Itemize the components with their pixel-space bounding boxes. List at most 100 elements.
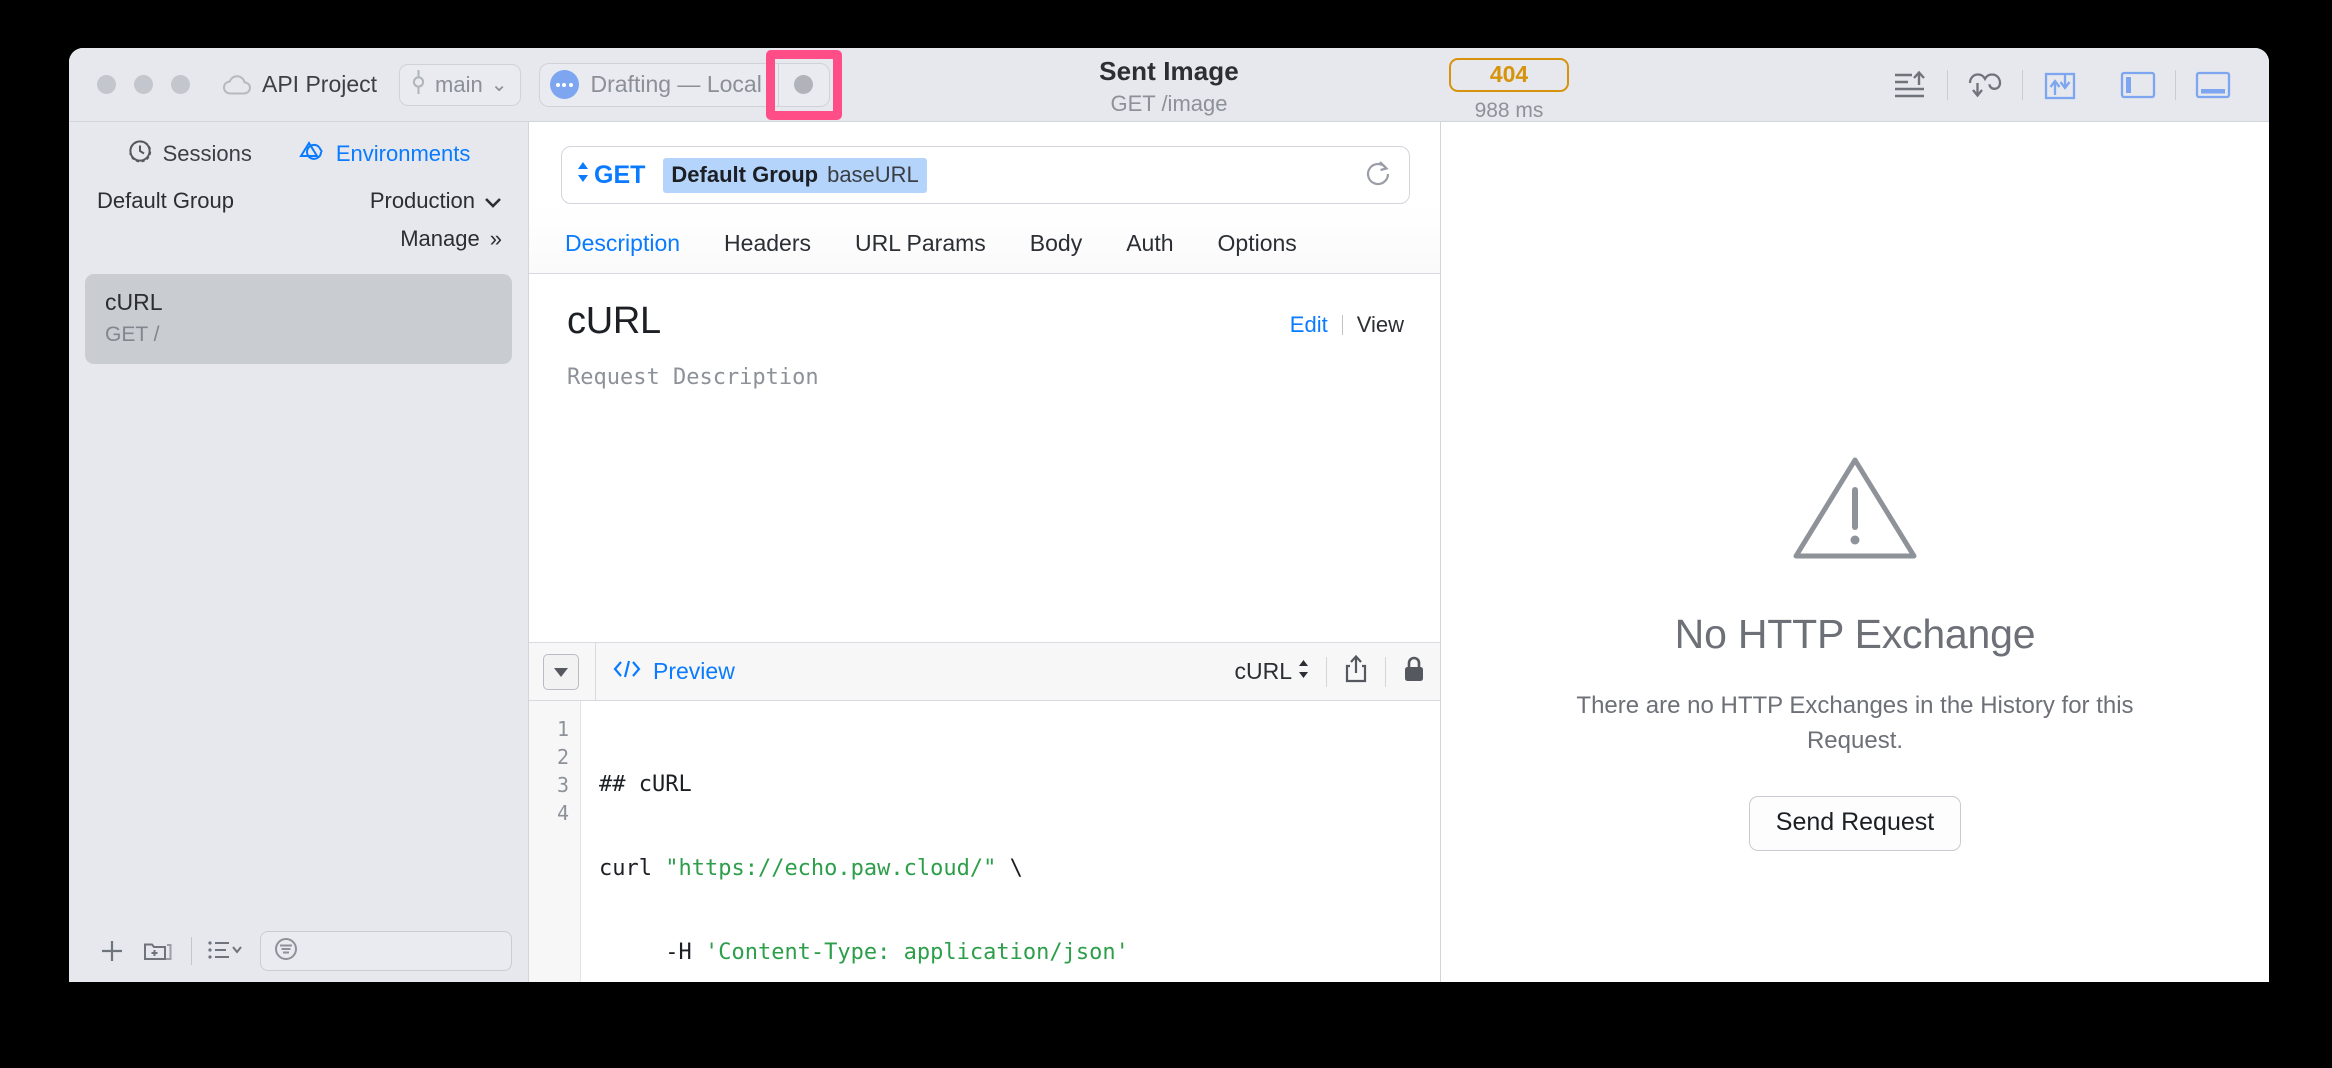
- minimize-button[interactable]: [134, 75, 153, 94]
- reload-icon[interactable]: [1363, 158, 1393, 193]
- app-window: API Project main ⌄ Drafting — Local Sent…: [69, 48, 2269, 982]
- code-line: ## cURL: [599, 772, 692, 797]
- send-request-button[interactable]: Send Request: [1748, 796, 1962, 851]
- sidebar-tab-sessions[interactable]: Sessions: [127, 138, 252, 170]
- request-method-path-label: GET /: [105, 323, 160, 346]
- request-name-label: cURL: [105, 289, 163, 315]
- window-title-block: Sent Image GET /image: [1099, 56, 1239, 117]
- code-preview-panel: Preview cURL 1 2 3 4 ## cURL curl "https…: [529, 642, 1440, 982]
- filter-input[interactable]: [260, 931, 512, 971]
- view-link[interactable]: View: [1357, 312, 1404, 338]
- url-token-group-label: Default Group: [671, 161, 819, 187]
- http-method-selector[interactable]: GET: [576, 159, 645, 192]
- code-header-divider: [1326, 656, 1327, 687]
- cloud-icon: [222, 74, 252, 96]
- url-bar[interactable]: GET Default Group baseURL: [561, 146, 1410, 204]
- filter-text-input[interactable]: [309, 939, 511, 963]
- lock-icon[interactable]: [1402, 654, 1426, 689]
- code-header-divider: [595, 643, 596, 700]
- request-editor-panel: GET Default Group baseURL Description He…: [529, 122, 1441, 982]
- chevron-down-icon: ⌄: [490, 74, 508, 96]
- sidebar-tabs: Sessions Environments: [69, 122, 528, 180]
- disclosure-triangle-icon[interactable]: [543, 653, 579, 690]
- branch-name-label: main: [435, 71, 483, 97]
- language-selector[interactable]: cURL: [1234, 657, 1310, 687]
- request-list: cURL GET /: [69, 274, 528, 920]
- language-label: cURL: [1234, 658, 1292, 684]
- tab-body[interactable]: Body: [1008, 230, 1104, 273]
- send-request-icon[interactable]: [1882, 63, 1938, 107]
- project-name-label: API Project: [262, 71, 378, 97]
- manage-environments-link[interactable]: Manage »: [69, 214, 528, 252]
- sidebar: Sessions Environments Default Group Prod…: [69, 122, 529, 982]
- traffic-lights: [69, 75, 190, 94]
- list-item[interactable]: cURL GET /: [85, 274, 512, 364]
- line-number: 4: [556, 801, 569, 825]
- response-empty-title: No HTTP Exchange: [1674, 611, 2036, 657]
- toggle-left-sidebar-icon[interactable]: [2110, 63, 2166, 107]
- record-dot-icon: [794, 75, 814, 94]
- toolbar-divider: [2175, 69, 2176, 100]
- sidebar-tab-environments[interactable]: Environments: [298, 138, 471, 170]
- preview-label: Preview: [653, 658, 735, 684]
- git-branch-icon: [410, 68, 427, 102]
- tab-options[interactable]: Options: [1196, 230, 1319, 273]
- response-empty-message: There are no HTTP Exchanges in the Histo…: [1576, 692, 2134, 754]
- sidebar-tab-sessions-label: Sessions: [162, 141, 252, 166]
- code-content[interactable]: ## cURL curl "https://echo.paw.cloud/" \…: [581, 701, 1129, 982]
- url-variable-token[interactable]: Default Group baseURL: [663, 157, 927, 193]
- environment-selector[interactable]: Drafting — Local: [538, 62, 778, 107]
- code-generator-icon[interactable]: [1957, 63, 2013, 107]
- zoom-button[interactable]: [171, 75, 190, 94]
- edit-link[interactable]: Edit: [1290, 312, 1328, 338]
- http-method-label: GET: [594, 160, 646, 189]
- manage-label: Manage: [400, 226, 480, 251]
- tab-description[interactable]: Description: [565, 230, 702, 273]
- share-icon[interactable]: [1343, 654, 1369, 689]
- description-actions: Edit View: [1290, 300, 1404, 338]
- chevron-down-icon: [484, 188, 502, 214]
- code-gutter: 1 2 3 4: [529, 701, 581, 982]
- page-subtitle: GET /image: [1110, 91, 1228, 116]
- code-header-divider: [1385, 656, 1386, 687]
- sidebar-toolbar-divider: [191, 937, 192, 965]
- description-placeholder[interactable]: Request Description: [529, 343, 1440, 642]
- preview-toggle[interactable]: Preview: [612, 658, 735, 686]
- window-titlebar: API Project main ⌄ Drafting — Local Sent…: [69, 48, 2269, 122]
- tab-auth[interactable]: Auth: [1104, 230, 1195, 273]
- url-bar-wrapper: GET Default Group baseURL: [529, 122, 1440, 204]
- window-body: Sessions Environments Default Group Prod…: [69, 122, 2269, 982]
- default-group-label: Default Group: [97, 188, 234, 213]
- environment-group-row: Default Group Production: [69, 180, 528, 214]
- status-duration: 988 ms: [1474, 99, 1544, 123]
- url-token-variable-label: baseURL: [827, 161, 919, 187]
- code-brackets-icon: [612, 658, 642, 686]
- page-title: Sent Image: [1099, 56, 1239, 86]
- tab-url-params[interactable]: URL Params: [833, 230, 1008, 273]
- toolbar-divider: [2022, 69, 2023, 100]
- action-divider: [1341, 315, 1343, 335]
- close-button[interactable]: [97, 75, 116, 94]
- line-number: 3: [556, 773, 569, 797]
- code-header-right: cURL: [1234, 654, 1440, 689]
- code-line: -H 'Content-Type: application/json': [599, 940, 1129, 965]
- sidebar-bottom-toolbar: [69, 920, 528, 982]
- description-header: cURL Edit View: [529, 274, 1440, 343]
- environment-value-selector[interactable]: Production: [370, 188, 502, 214]
- import-export-icon[interactable]: [2032, 63, 2088, 107]
- project-selector[interactable]: API Project: [222, 71, 377, 98]
- toggle-bottom-panel-icon[interactable]: [2185, 63, 2241, 107]
- toolbar-right-actions: [1882, 48, 2241, 121]
- tab-headers[interactable]: Headers: [702, 230, 833, 273]
- filter-icon: [273, 936, 299, 967]
- double-chevron-right-icon: »: [489, 226, 502, 251]
- plus-icon[interactable]: [89, 931, 135, 971]
- sidebar-tab-environments-label: Environments: [335, 141, 471, 166]
- environment-label: Drafting — Local: [590, 71, 762, 97]
- new-folder-icon[interactable]: [135, 931, 181, 971]
- record-button[interactable]: [777, 62, 830, 107]
- list-options-icon[interactable]: [202, 931, 248, 971]
- code-panel-header: Preview cURL: [529, 643, 1440, 701]
- branch-selector[interactable]: main ⌄: [399, 63, 521, 106]
- response-panel: No HTTP Exchange There are no HTTP Excha…: [1441, 122, 2269, 982]
